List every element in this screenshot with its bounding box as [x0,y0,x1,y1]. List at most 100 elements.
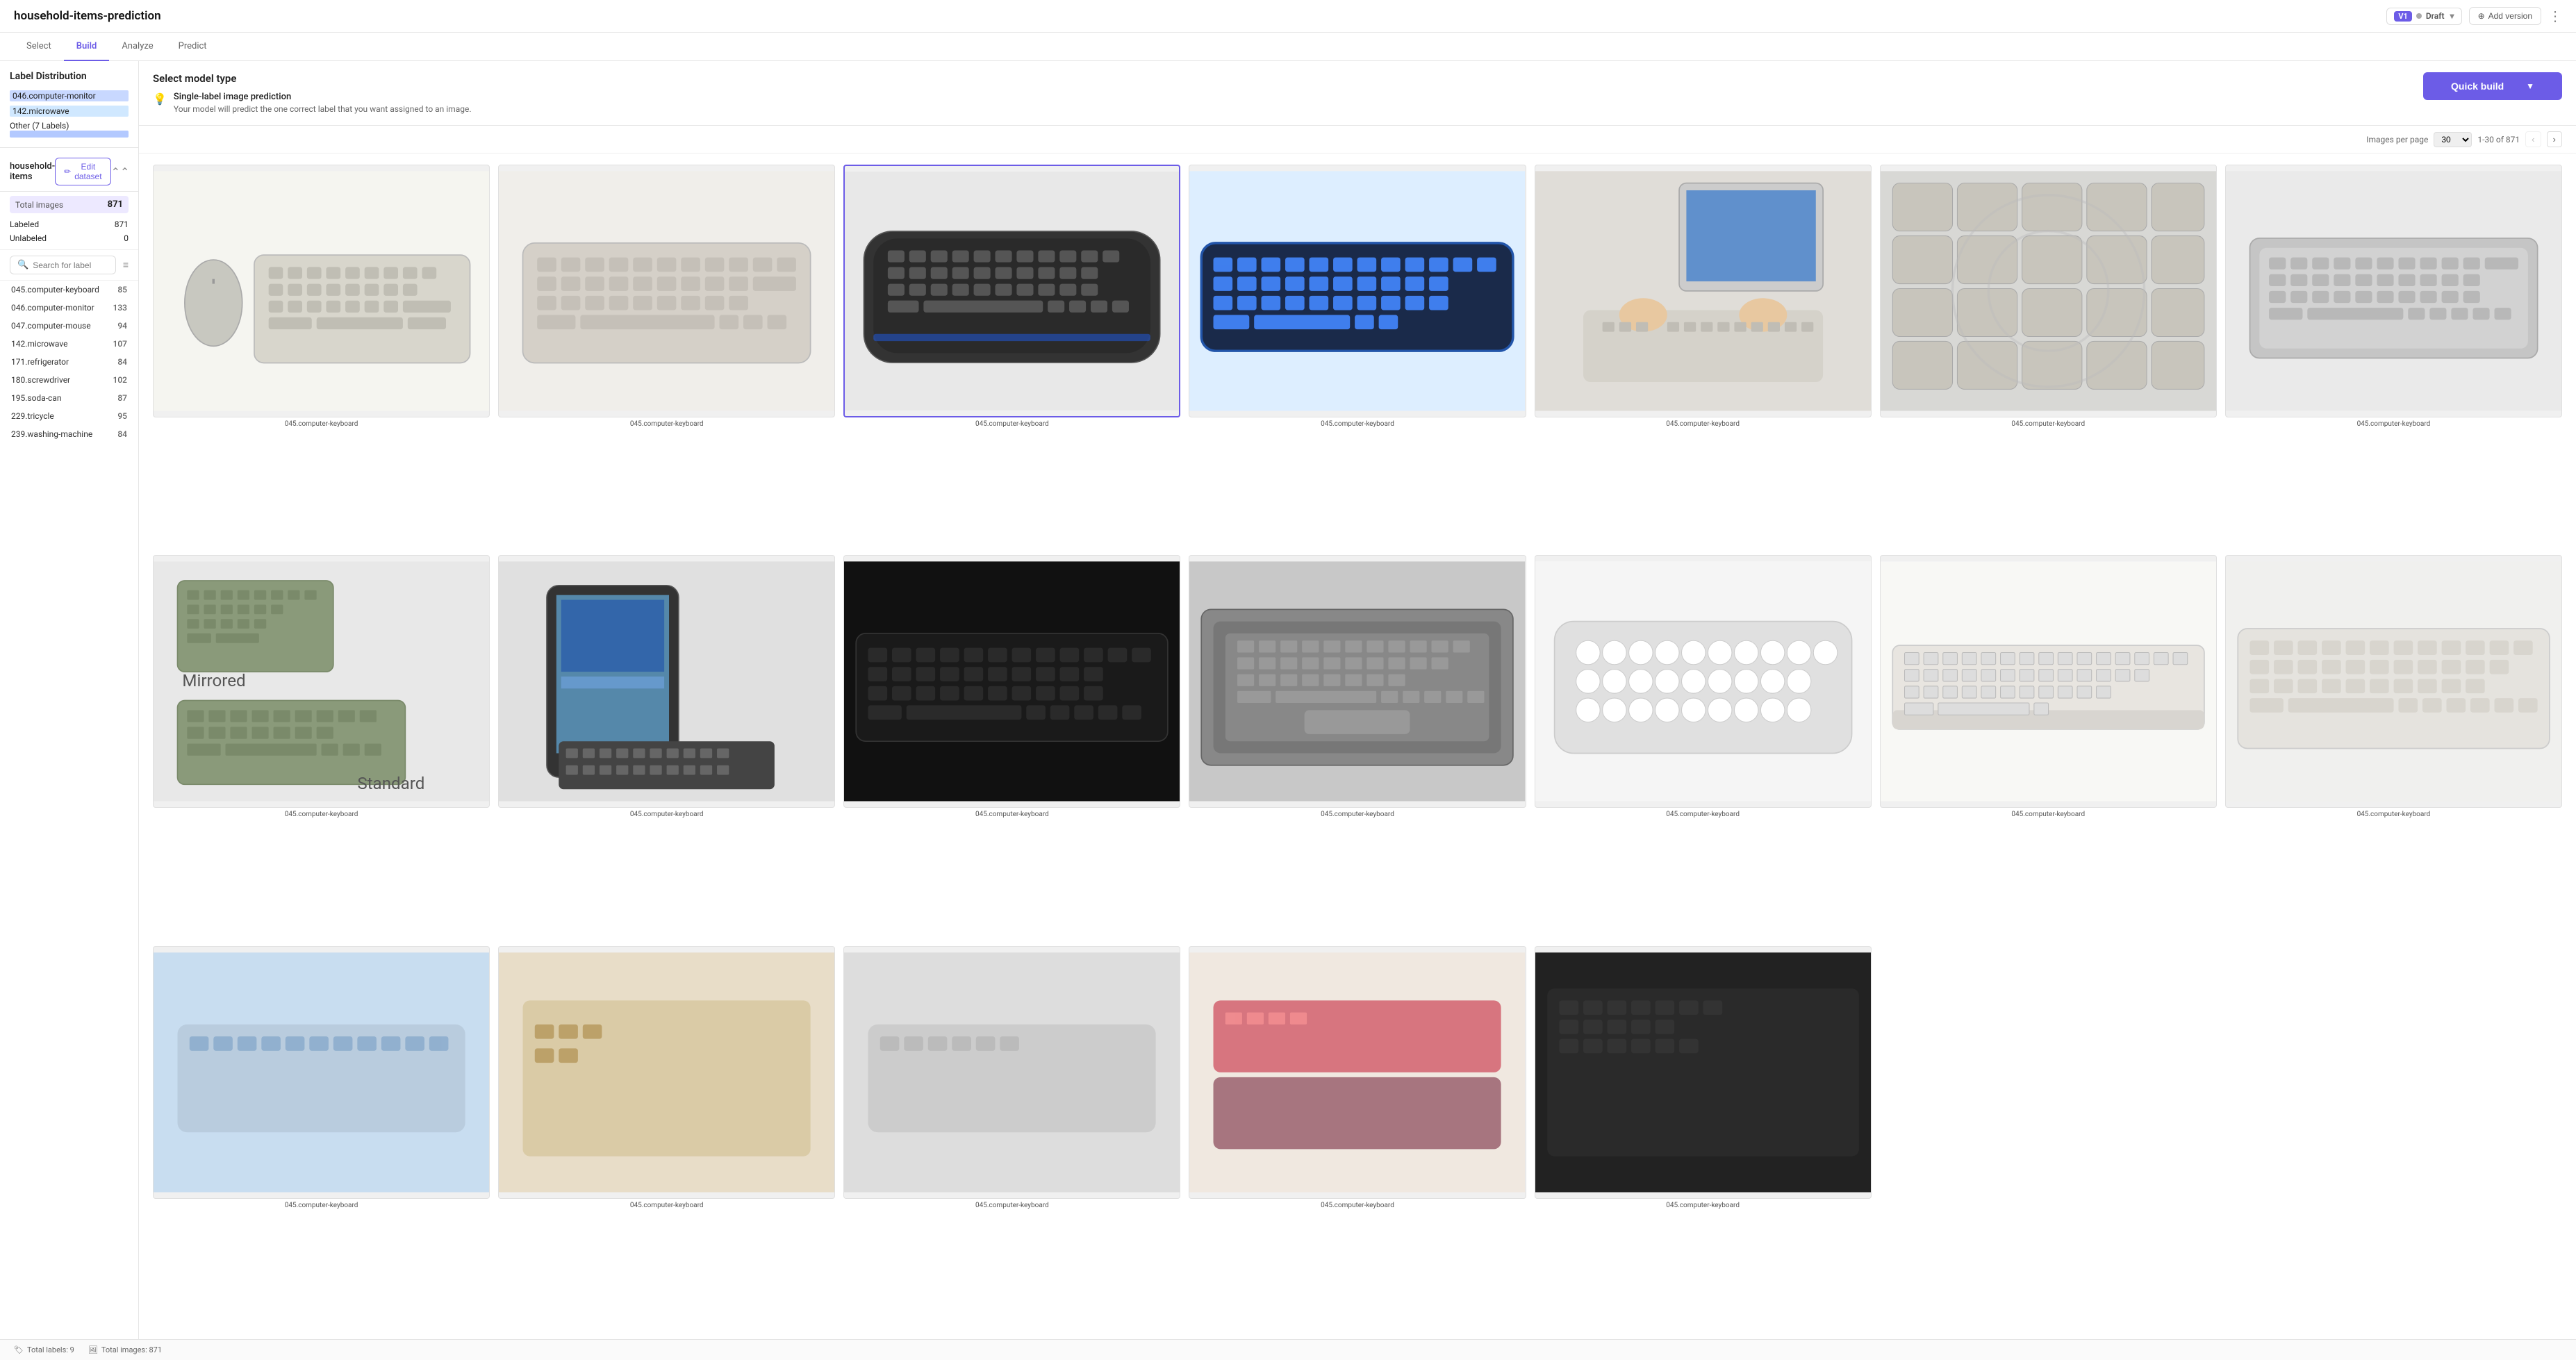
image-thumb-4[interactable] [1535,165,1872,417]
right-area: Select model type 💡 Single-label image p… [139,61,2576,1339]
image-cell-10[interactable]: 045.computer-keyboard [1189,555,1526,937]
top-bar-right: V1 Draft ▾ ⊕ Add version ⋮ [2386,7,2562,25]
image-thumb-13[interactable] [2225,555,2562,808]
per-page-select[interactable]: 30 50 100 [2434,132,2472,147]
labeled-value: 871 [115,219,129,229]
main-content: Label Distribution 046.computer-monitor … [0,61,2576,1339]
label-row-7[interactable]: 229.tricycle 95 [0,407,138,425]
dataset-section: household-items ✏ Edit dataset ⌃⌃ [0,152,138,192]
image-label-16: 045.computer-keyboard [975,1202,1049,1209]
total-images-label: Total images [15,200,63,210]
version-label: V1 [2394,11,2411,22]
image-thumb-7[interactable]: Mirrored [153,555,490,808]
image-label-0: 045.computer-keyboard [285,420,358,428]
labeled-label: Labeled [10,219,39,229]
collapse-icon[interactable]: ⌃⌃ [111,165,130,179]
label-row-0[interactable]: 045.computer-keyboard 85 [0,281,138,299]
image-label-6: 045.computer-keyboard [2357,420,2431,428]
image-thumb-6[interactable] [2225,165,2562,417]
sidebar: Label Distribution 046.computer-monitor … [0,61,139,1339]
image-cell-7[interactable]: Mirrored [153,555,490,937]
label-row-8[interactable]: 239.washing-machine 84 [0,425,138,443]
model-type-label: Single-label image prediction [174,92,472,102]
image-label-13: 045.computer-keyboard [2357,811,2431,818]
status-dot [2416,13,2422,19]
image-cell-16[interactable]: 045.computer-keyboard [843,946,1180,1328]
label-dist-item-2[interactable]: Other (7 Labels) [10,121,129,138]
image-thumb-14[interactable] [153,946,490,1199]
image-grid-area: Images per page 30 50 100 1-30 of 871 ‹ … [139,126,2576,1339]
pagination-prev-button[interactable]: ‹ [2525,131,2541,147]
filter-icon[interactable]: ≡ [123,259,129,271]
image-cell-15[interactable]: 045.computer-keyboard [498,946,835,1328]
image-cell-5[interactable]: 045.computer-keyboard [1880,165,2217,547]
label-row-2[interactable]: 047.computer-mouse 94 [0,317,138,335]
image-cell-12[interactable]: 045.computer-keyboard [1880,555,2217,937]
search-box: 🔍 [10,256,116,274]
add-version-button[interactable]: ⊕ Add version [2469,7,2541,25]
image-thumb-17[interactable] [1189,946,1526,1199]
pagination-next-button[interactable]: › [2547,131,2562,147]
image-label-15: 045.computer-keyboard [630,1202,704,1209]
image-cell-18[interactable]: 045.computer-keyboard [1535,946,1872,1328]
image-label-4: 045.computer-keyboard [1666,420,1740,428]
search-input[interactable] [33,260,108,270]
image-thumb-8[interactable] [498,555,835,808]
image-thumb-3[interactable] [1189,165,1526,417]
image-cell-13[interactable]: 045.computer-keyboard [2225,555,2562,937]
tab-select[interactable]: Select [14,33,64,61]
labeled-stat: Labeled 871 [10,217,129,231]
version-chevron-icon[interactable]: ▾ [2450,11,2454,21]
tab-predict[interactable]: Predict [166,33,220,61]
image-label-10: 045.computer-keyboard [1321,811,1394,818]
label-dist-item-1[interactable]: 142.microwave [10,106,129,117]
dataset-name: household-items [10,161,55,182]
label-row-6[interactable]: 195.soda-can 87 [0,389,138,407]
image-thumb-18[interactable] [1535,946,1872,1199]
image-cell-1[interactable]: 045.computer-keyboard [498,165,835,547]
quick-build-button[interactable]: Quick build ▼ [2423,72,2562,100]
image-grid: 045.computer-keyboard [139,154,2576,1339]
image-thumb-2[interactable] [843,165,1180,417]
label-row-5[interactable]: 180.screwdriver 102 [0,371,138,389]
label-row-1[interactable]: 046.computer-monitor 133 [0,299,138,317]
more-options-button[interactable]: ⋮ [2548,8,2562,25]
top-bar: household-items-prediction V1 Draft ▾ ⊕ … [0,0,2576,33]
pagination-range: 1-30 of 871 [2477,135,2520,144]
image-cell-8[interactable]: 045.computer-keyboard [498,555,835,937]
label-distribution: Label Distribution 046.computer-monitor … [0,61,138,147]
image-cell-17[interactable]: 045.computer-keyboard [1189,946,1526,1328]
label-dist-item-0[interactable]: 046.computer-monitor [10,90,129,101]
version-badge[interactable]: V1 Draft ▾ [2386,8,2461,25]
image-thumb-9[interactable] [843,555,1180,808]
image-cell-9[interactable]: 045.computer-keyboard [843,555,1180,937]
image-cell-6[interactable]: 045.computer-keyboard [2225,165,2562,547]
image-cell-2[interactable]: 045.computer-keyboard [843,165,1180,547]
pagination-label: Images per page [2366,135,2428,144]
label-row-3[interactable]: 142.microwave 107 [0,335,138,353]
image-thumb-0[interactable] [153,165,490,417]
image-label-2: 045.computer-keyboard [975,420,1049,428]
image-thumb-1[interactable] [498,165,835,417]
label-row-4[interactable]: 171.refrigerator 84 [0,353,138,371]
model-type-title: Select model type [153,72,2409,85]
image-thumb-5[interactable] [1880,165,2217,417]
model-type-option: 💡 Single-label image prediction Your mod… [153,92,2409,114]
edit-dataset-button[interactable]: ✏ Edit dataset [55,158,110,185]
tab-analyze[interactable]: Analyze [109,33,165,61]
image-thumb-15[interactable] [498,946,835,1199]
image-thumb-11[interactable] [1535,555,1872,808]
image-label-5: 045.computer-keyboard [2011,420,2085,428]
image-cell-3[interactable]: 045.computer-keyboard [1189,165,1526,547]
image-cell-11[interactable]: 045.computer-keyboard [1535,555,1872,937]
tab-build[interactable]: Build [64,33,110,61]
model-type-desc: Your model will predict the one correct … [174,104,472,114]
image-thumb-16[interactable] [843,946,1180,1199]
bottom-bar: 🏷 Total labels: 9 🖼 Total images: 871 [0,1339,2576,1360]
image-thumb-10[interactable] [1189,555,1526,808]
image-thumb-12[interactable] [1880,555,2217,808]
image-cell-0[interactable]: 045.computer-keyboard [153,165,490,547]
image-label-17: 045.computer-keyboard [1321,1202,1394,1209]
image-cell-14[interactable]: 045.computer-keyboard [153,946,490,1328]
image-cell-4[interactable]: 045.computer-keyboard [1535,165,1872,547]
